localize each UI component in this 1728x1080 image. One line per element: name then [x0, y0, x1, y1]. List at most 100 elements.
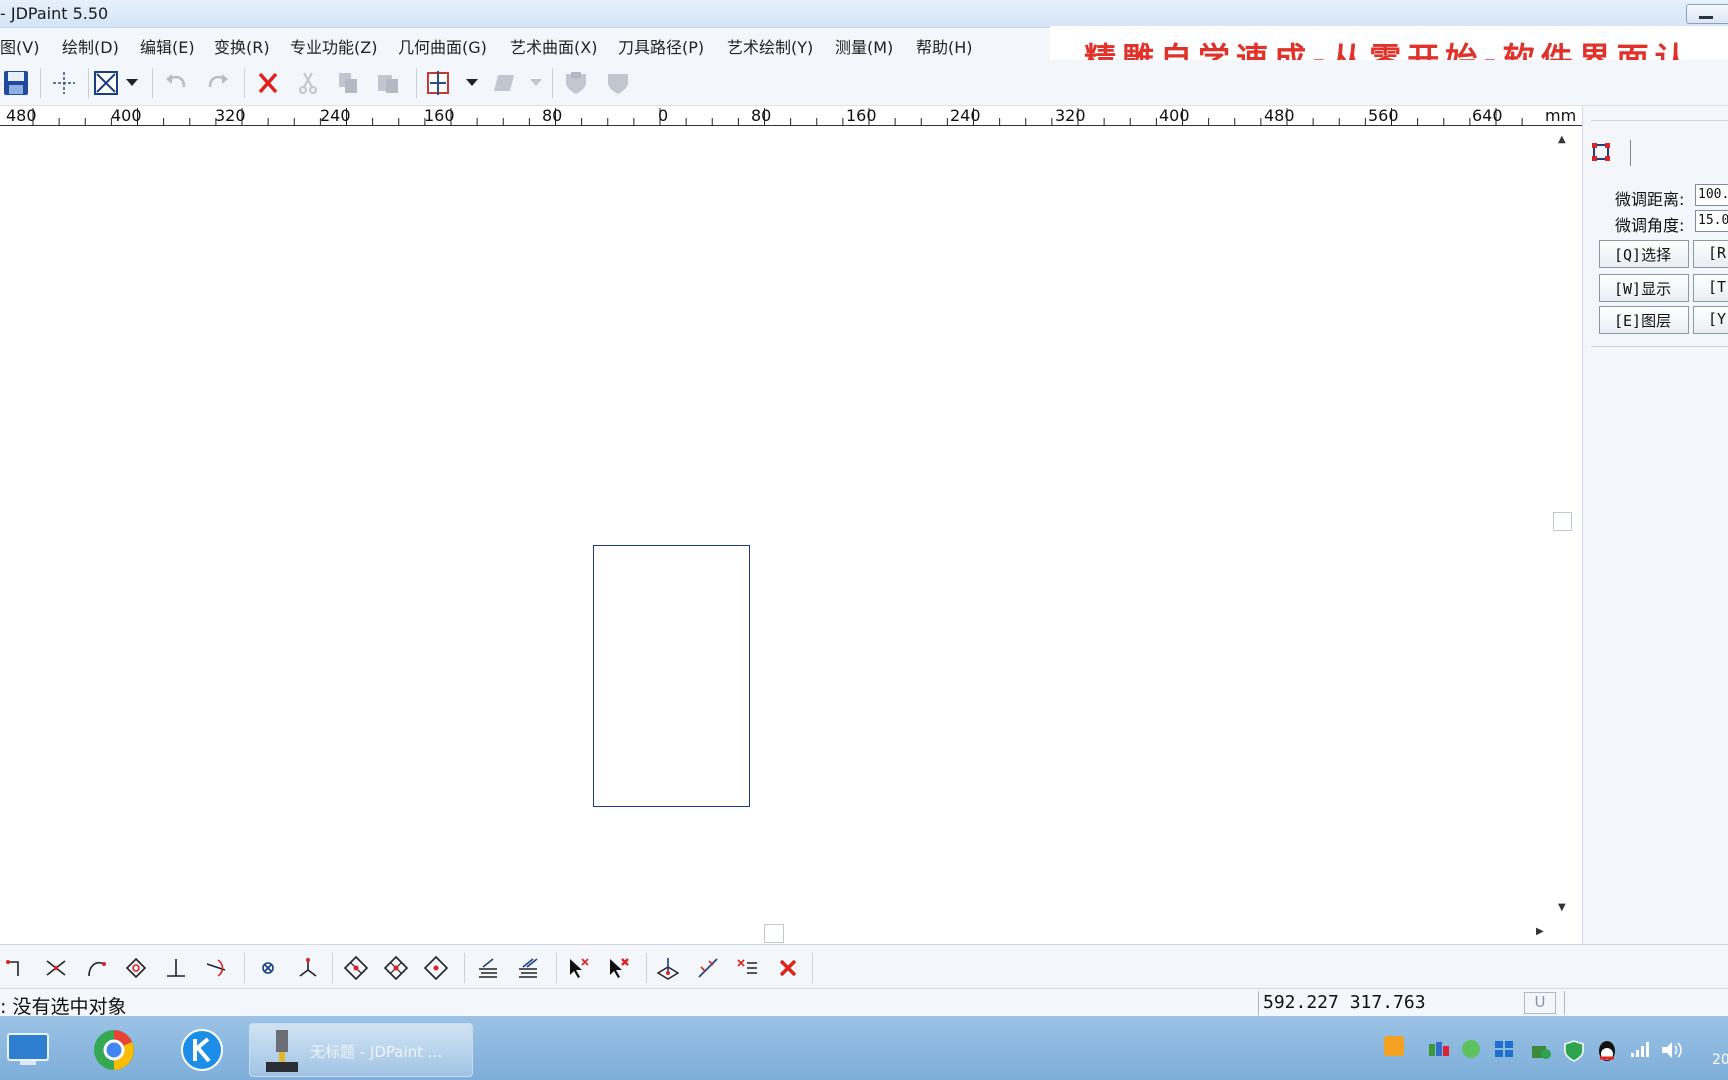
- copy-icon[interactable]: [332, 67, 364, 99]
- grid-snap-icon[interactable]: [420, 952, 452, 984]
- u-toggle-button[interactable]: U: [1524, 992, 1556, 1014]
- undo-icon[interactable]: [160, 67, 192, 99]
- intersection-snap-icon[interactable]: [40, 952, 72, 984]
- select-button[interactable]: [Q]选择: [1599, 240, 1689, 268]
- pointer-remove-icon[interactable]: [602, 952, 634, 984]
- panel-divider: [1591, 120, 1728, 121]
- menu-help[interactable]: 帮助(H): [916, 34, 973, 58]
- arc-snap-icon[interactable]: [80, 952, 112, 984]
- chevron-down-icon[interactable]: [124, 67, 140, 99]
- speaker-icon[interactable]: [1660, 1040, 1684, 1060]
- shield-icon[interactable]: [1564, 1040, 1584, 1062]
- sogou-ime-icon[interactable]: [1384, 1036, 1404, 1056]
- y-button[interactable]: [Y]: [1693, 306, 1728, 334]
- ruler-label: 240: [950, 106, 981, 125]
- menu-art-surface[interactable]: 艺术曲面(X): [510, 34, 597, 58]
- scroll-right-arrow[interactable]: ▶: [1536, 926, 1544, 937]
- toolbar-separator: [646, 953, 647, 983]
- ruler-label: 0: [658, 106, 669, 125]
- title-bar: - JDPaint 5.50: [0, 0, 1728, 28]
- redo-icon[interactable]: [202, 67, 234, 99]
- taskbar-clock: 20: [1712, 1052, 1728, 1068]
- t-button[interactable]: [T]: [1693, 274, 1728, 302]
- close-icon[interactable]: [772, 952, 804, 984]
- properties-panel: 微调距离: 100. 微调角度: 15.0 [Q]选择 [R] [W]显示 [T…: [1582, 106, 1728, 944]
- toolbar-separator: [244, 953, 245, 983]
- ruler-label: 640: [1472, 106, 1503, 125]
- grid-snap-icon[interactable]: [380, 952, 412, 984]
- grid-tray-icon[interactable]: [1494, 1040, 1514, 1058]
- layer-button[interactable]: [E]图层: [1599, 306, 1689, 334]
- k-app-icon[interactable]: [180, 1028, 224, 1072]
- display-button[interactable]: [W]显示: [1599, 274, 1689, 302]
- toolbar-separator: [332, 953, 333, 983]
- pointer-add-icon[interactable]: [562, 952, 594, 984]
- menu-draw[interactable]: 绘制(D): [62, 34, 119, 58]
- point-snap-icon[interactable]: [252, 952, 284, 984]
- menu-measure[interactable]: 测量(M): [835, 34, 893, 58]
- perpendicular-snap-icon[interactable]: [160, 952, 192, 984]
- select-node-icon[interactable]: [1591, 142, 1611, 162]
- zoom-window-icon[interactable]: [90, 67, 122, 99]
- horizontal-scroll-thumb[interactable]: [764, 924, 784, 943]
- axis-snap-icon[interactable]: [292, 952, 324, 984]
- tangent-snap-icon[interactable]: [200, 952, 232, 984]
- ruler-label: 560: [1368, 106, 1399, 125]
- curve-snap-icon[interactable]: [692, 952, 724, 984]
- shield-icon[interactable]: [560, 67, 592, 99]
- scroll-up-arrow[interactable]: ▲: [1558, 134, 1566, 145]
- taskbar-app-label: 无标题 - JDPaint ...: [310, 1043, 443, 1061]
- browser-icon[interactable]: [92, 1028, 136, 1072]
- nudge-angle-input[interactable]: 15.0: [1695, 210, 1728, 232]
- toolbar-separator: [416, 68, 417, 98]
- toolbar-separator: [812, 953, 813, 983]
- endpoint-snap-icon[interactable]: [0, 952, 32, 984]
- vertical-scroll-thumb[interactable]: [1553, 512, 1572, 531]
- network-monitor-icon[interactable]: [1428, 1040, 1450, 1058]
- menu-edit[interactable]: 编辑(E): [140, 34, 195, 58]
- plane-snap-icon[interactable]: [652, 952, 684, 984]
- k-tray-icon[interactable]: [1462, 1040, 1480, 1058]
- scroll-down-arrow[interactable]: ▼: [1558, 902, 1566, 913]
- menu-transform[interactable]: 变换(R): [214, 34, 270, 58]
- chevron-down-icon[interactable]: [464, 67, 480, 99]
- menu-view[interactable]: 图(V): [0, 34, 39, 58]
- layer-snap-icon[interactable]: [512, 952, 544, 984]
- menu-tool-path[interactable]: 刀具路径(P): [618, 34, 704, 58]
- status-message: : 没有选中对象: [0, 996, 127, 1018]
- ruler-label: 400: [1159, 106, 1190, 125]
- security-tray-icon[interactable]: [1530, 1040, 1552, 1060]
- delete-icon[interactable]: [252, 67, 284, 99]
- ruler-label: 80: [542, 106, 563, 125]
- menu-professional[interactable]: 专业功能(Z): [290, 34, 377, 58]
- signal-icon[interactable]: [1630, 1040, 1652, 1058]
- show-desktop-icon[interactable]: [6, 1032, 50, 1066]
- chevron-down-icon[interactable]: [528, 67, 544, 99]
- main-toolbar: [0, 60, 1728, 106]
- grid-snap-icon[interactable]: [340, 952, 372, 984]
- menu-geometric-surface[interactable]: 几何曲面(G): [398, 34, 487, 58]
- ruler-label: 480: [6, 106, 37, 125]
- cursor-coordinates: 592.227 317.763: [1258, 991, 1522, 1015]
- paste-icon[interactable]: [372, 67, 404, 99]
- shape-icon[interactable]: [488, 67, 520, 99]
- layer-snap-icon[interactable]: [472, 952, 504, 984]
- list-snap-icon[interactable]: [732, 952, 764, 984]
- nudge-distance-input[interactable]: 100.: [1695, 184, 1728, 206]
- align-icon[interactable]: [422, 67, 454, 99]
- toolbar-separator: [152, 68, 153, 98]
- r-button[interactable]: [R]: [1693, 240, 1728, 268]
- crosshair-icon[interactable]: [48, 67, 80, 99]
- save-icon[interactable]: [0, 67, 32, 99]
- drawing-canvas[interactable]: ▲ ▼ ▶: [0, 126, 1582, 944]
- menu-art-draw[interactable]: 艺术绘制(Y): [727, 34, 813, 58]
- toolbar-separator: [464, 953, 465, 983]
- rectangle-entity[interactable]: [593, 545, 750, 807]
- qq-icon[interactable]: [1596, 1040, 1618, 1064]
- minimize-button[interactable]: [1686, 4, 1728, 24]
- cut-icon[interactable]: [292, 67, 324, 99]
- center-snap-icon[interactable]: [120, 952, 152, 984]
- taskbar-jdpaint-button[interactable]: 无标题 - JDPaint ...: [249, 1023, 473, 1077]
- horizontal-ruler: 480 400 320 240 160 80 0 80 160 240 320 …: [0, 106, 1582, 126]
- shield-icon[interactable]: [602, 67, 634, 99]
